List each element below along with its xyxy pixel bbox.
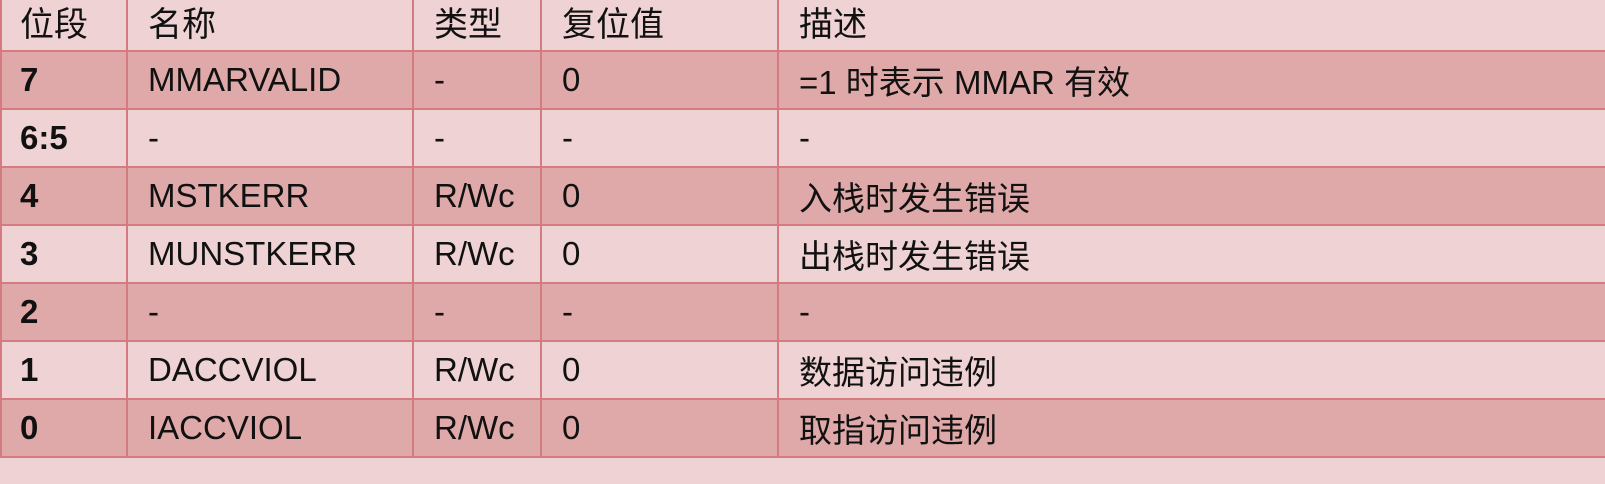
name-cell: - — [126, 282, 414, 342]
register-table-container: 位段 名称 类型 复位值 描述 7 MMARVALID - 0 =1 时表示 M… — [0, 0, 1605, 484]
bit-cell: 7 — [0, 50, 128, 110]
bit-cell: 4 — [0, 166, 128, 226]
description-cell: - — [777, 108, 1605, 168]
description-cell: 入栈时发生错误 — [777, 166, 1605, 226]
bit-cell: 1 — [0, 340, 128, 400]
reset-cell: 0 — [540, 398, 779, 458]
header-name: 名称 — [126, 0, 414, 52]
type-cell: - — [412, 50, 542, 110]
header-row: 位段 名称 类型 复位值 描述 — [0, 0, 1605, 52]
table-row: 1 DACCVIOL R/Wc 0 数据访问违例 — [0, 340, 1605, 400]
description-cell: =1 时表示 MMAR 有效 — [777, 50, 1605, 110]
reset-cell: 0 — [540, 224, 779, 284]
description-cell: 取指访问违例 — [777, 398, 1605, 458]
bit-cell: 0 — [0, 398, 128, 458]
header-reset: 复位值 — [540, 0, 779, 52]
register-bit-table: 位段 名称 类型 复位值 描述 7 MMARVALID - 0 =1 时表示 M… — [0, 0, 1605, 458]
name-cell: MMARVALID — [126, 50, 414, 110]
reset-cell: - — [540, 108, 779, 168]
description-cell: 出栈时发生错误 — [777, 224, 1605, 284]
description-cell: - — [777, 282, 1605, 342]
reset-cell: - — [540, 282, 779, 342]
name-cell: DACCVIOL — [126, 340, 414, 400]
name-cell: - — [126, 108, 414, 168]
description-cell: 数据访问违例 — [777, 340, 1605, 400]
reset-cell: 0 — [540, 166, 779, 226]
table-row: 4 MSTKERR R/Wc 0 入栈时发生错误 — [0, 166, 1605, 226]
table-row: 0 IACCVIOL R/Wc 0 取指访问违例 — [0, 398, 1605, 458]
name-cell: IACCVIOL — [126, 398, 414, 458]
table-row: 6:5 - - - - — [0, 108, 1605, 168]
type-cell: R/Wc — [412, 398, 542, 458]
bit-cell: 3 — [0, 224, 128, 284]
name-cell: MSTKERR — [126, 166, 414, 226]
header-description: 描述 — [777, 0, 1605, 52]
header-bit: 位段 — [0, 0, 128, 52]
reset-cell: 0 — [540, 340, 779, 400]
type-cell: R/Wc — [412, 166, 542, 226]
type-cell: R/Wc — [412, 224, 542, 284]
header-type: 类型 — [412, 0, 542, 52]
name-cell: MUNSTKERR — [126, 224, 414, 284]
table-row: 3 MUNSTKERR R/Wc 0 出栈时发生错误 — [0, 224, 1605, 284]
type-cell: - — [412, 108, 542, 168]
bit-cell: 6:5 — [0, 108, 128, 168]
table-row: 2 - - - - — [0, 282, 1605, 342]
type-cell: R/Wc — [412, 340, 542, 400]
table-row: 7 MMARVALID - 0 =1 时表示 MMAR 有效 — [0, 50, 1605, 110]
type-cell: - — [412, 282, 542, 342]
bit-cell: 2 — [0, 282, 128, 342]
reset-cell: 0 — [540, 50, 779, 110]
